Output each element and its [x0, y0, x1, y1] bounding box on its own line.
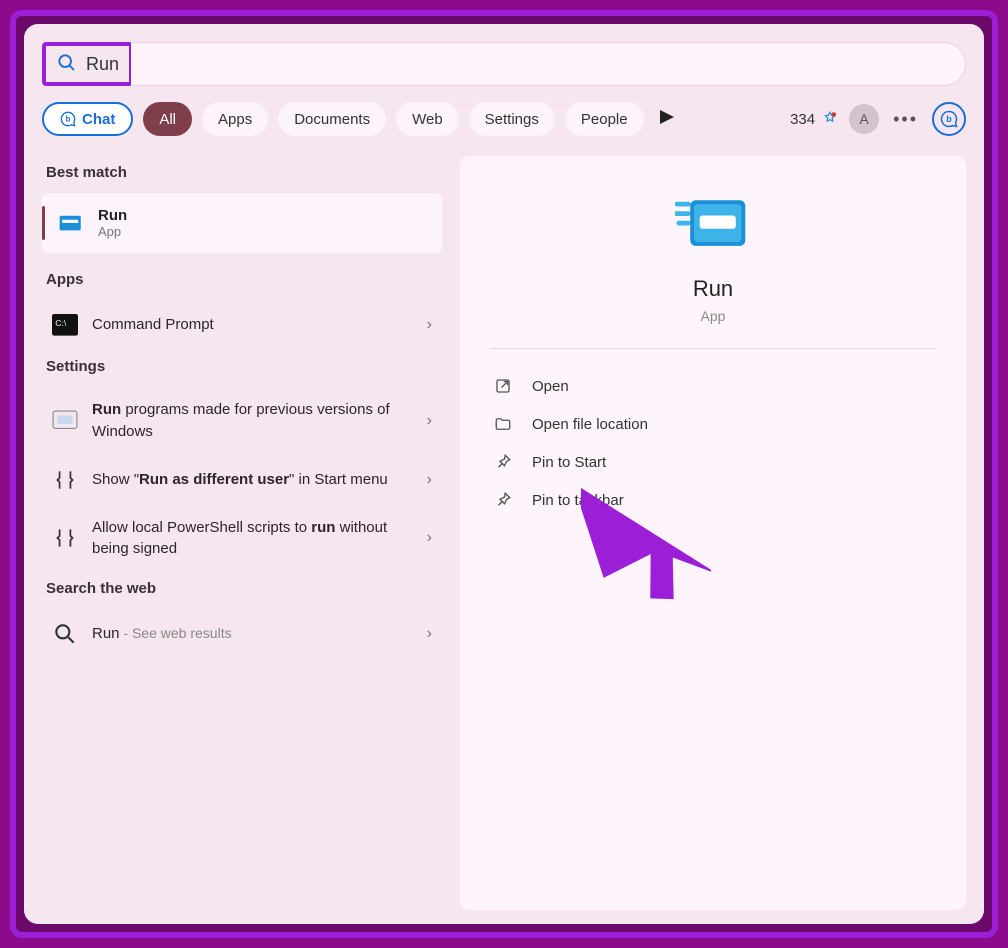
detail-header: Run App [490, 196, 936, 349]
detail-actions: Open Open file location Pin to Start [490, 367, 936, 519]
rewards-icon [821, 110, 839, 128]
action-pin-start-label: Pin to Start [532, 454, 606, 471]
search-bar[interactable]: Run [42, 42, 966, 86]
chevron-right-icon: › [427, 316, 432, 334]
user-avatar[interactable]: A [849, 104, 879, 134]
result-setting-compat-label: Run programs made for previous versions … [92, 399, 413, 443]
pin-icon [494, 491, 514, 509]
search-query-text: Run [86, 54, 119, 75]
result-setting-runas-label: Show "Run as different user" in Start me… [92, 469, 413, 491]
detail-panel: Run App Open Open file location [460, 156, 966, 910]
filter-chat[interactable]: b Chat [42, 102, 133, 136]
action-pin-start[interactable]: Pin to Start [490, 443, 936, 481]
rewards-credits[interactable]: 334 [790, 110, 839, 128]
settings-heading: Settings [46, 358, 438, 375]
action-open-location-label: Open file location [532, 416, 648, 433]
svg-text:b: b [946, 114, 952, 124]
devtools-icon [52, 467, 78, 493]
results-list: Best match Run App Apps C:\ Command Pr [42, 156, 442, 910]
best-match-heading: Best match [46, 164, 438, 181]
search-input-highlighted[interactable]: Run [42, 42, 133, 86]
bing-icon: b [940, 110, 958, 128]
result-setting-powershell-label: Allow local PowerShell scripts to run wi… [92, 517, 413, 561]
chevron-right-icon: › [427, 471, 432, 489]
cmd-icon: C:\ [52, 312, 78, 338]
start-search-window: Run b Chat All Apps Documents Web Settin… [24, 24, 984, 924]
detail-subtitle: App [701, 308, 726, 324]
result-web-search-label: Run - See web results [92, 623, 413, 645]
best-match-title: Run [98, 207, 127, 224]
web-heading: Search the web [46, 580, 438, 597]
result-command-prompt-label: Command Prompt [92, 314, 413, 336]
action-open-location[interactable]: Open file location [490, 405, 936, 443]
svg-text:C:\: C:\ [55, 318, 67, 328]
best-match-subtitle: App [98, 224, 127, 239]
filter-all-label: All [159, 111, 176, 128]
chevron-right-icon: › [427, 529, 432, 547]
filter-apps[interactable]: Apps [202, 102, 268, 136]
action-pin-taskbar[interactable]: Pin to taskbar [490, 481, 936, 519]
result-setting-compat[interactable]: Run programs made for previous versions … [42, 387, 442, 455]
compat-icon [52, 408, 78, 434]
svg-text:b: b [66, 115, 71, 124]
result-web-search[interactable]: Run - See web results › [42, 609, 442, 659]
run-app-icon [58, 212, 84, 234]
result-setting-runas[interactable]: Show "Run as different user" in Start me… [42, 455, 442, 505]
best-match-item[interactable]: Run App [42, 193, 442, 253]
run-app-icon-large [675, 196, 751, 254]
filter-row: b Chat All Apps Documents Web Settings P… [42, 102, 966, 136]
search-results-content: Best match Run App Apps C:\ Command Pr [42, 156, 966, 910]
action-open[interactable]: Open [490, 367, 936, 405]
pin-icon [494, 453, 514, 471]
bing-chat-icon: b [60, 111, 76, 127]
filter-documents[interactable]: Documents [278, 102, 386, 136]
action-pin-taskbar-label: Pin to taskbar [532, 492, 624, 509]
open-icon [494, 377, 514, 395]
result-command-prompt[interactable]: C:\ Command Prompt › [42, 300, 442, 350]
result-setting-powershell[interactable]: Allow local PowerShell scripts to run wi… [42, 505, 442, 573]
search-icon [56, 52, 76, 77]
chevron-right-icon: › [427, 412, 432, 430]
apps-heading: Apps [46, 271, 438, 288]
overflow-menu[interactable]: ••• [889, 109, 922, 130]
bing-button[interactable]: b [932, 102, 966, 136]
devtools-icon [52, 525, 78, 551]
more-filters-icon[interactable] [660, 110, 674, 129]
filter-people[interactable]: People [565, 102, 644, 136]
filter-settings[interactable]: Settings [469, 102, 555, 136]
chevron-right-icon: › [427, 625, 432, 643]
filter-web[interactable]: Web [396, 102, 459, 136]
detail-title: Run [693, 276, 733, 302]
filter-chat-label: Chat [82, 111, 115, 128]
credits-count: 334 [790, 111, 815, 128]
action-open-label: Open [532, 378, 569, 395]
filter-all[interactable]: All [143, 102, 192, 136]
search-bar-extension[interactable] [131, 42, 966, 86]
search-icon [52, 621, 78, 647]
folder-icon [494, 415, 514, 433]
